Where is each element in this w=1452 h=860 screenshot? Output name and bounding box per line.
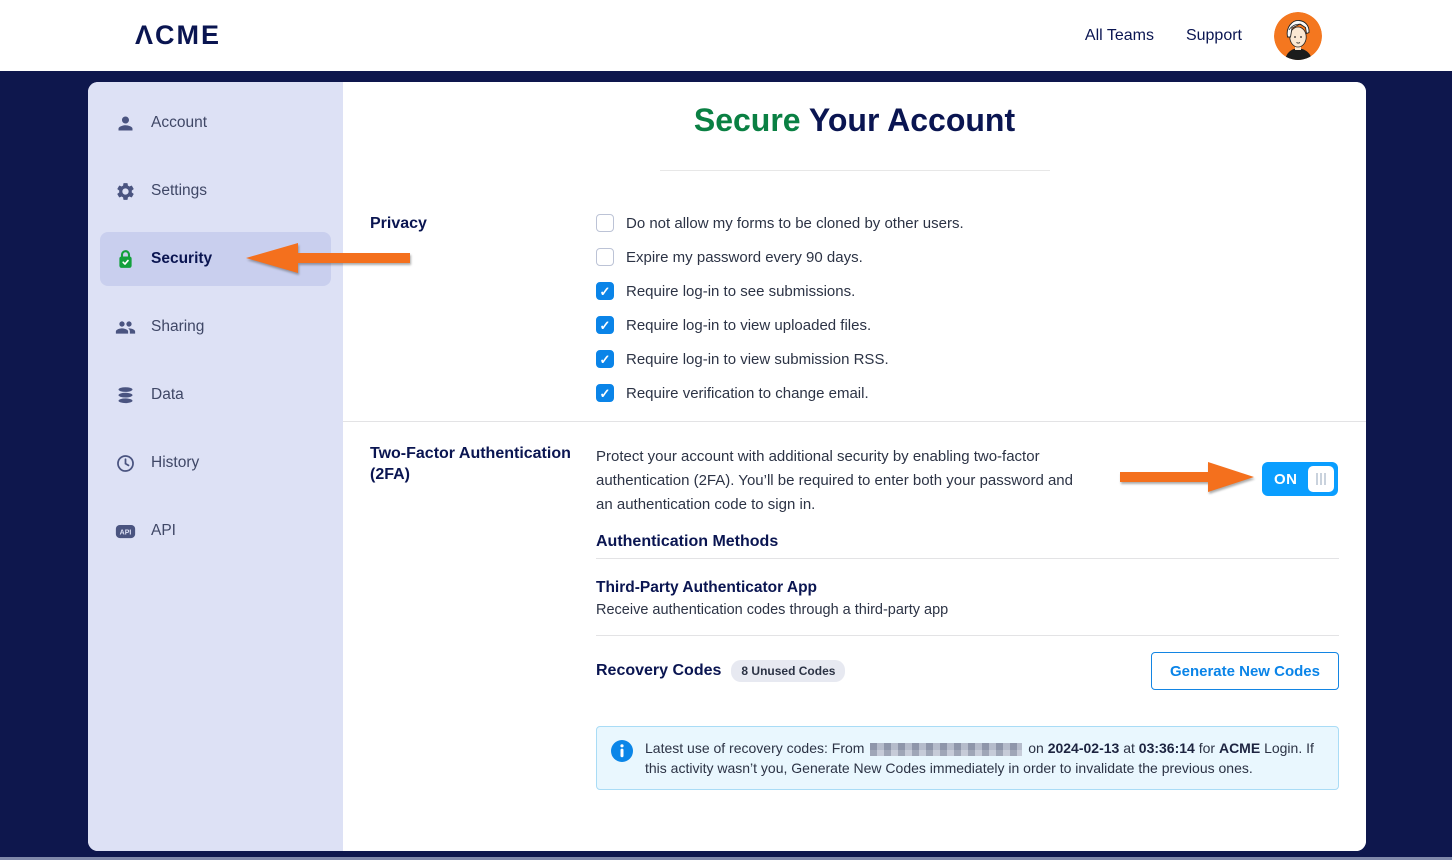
top-nav: All Teams Support (1085, 11, 1322, 60)
page-title: Secure Your Account (343, 102, 1366, 139)
checkbox-label: Require log-in to view uploaded files. (626, 316, 872, 334)
sidebar-item-label: Security (151, 250, 213, 267)
privacy-option-verify-email-change[interactable]: Require verification to change email. (596, 384, 964, 402)
avatar[interactable] (1274, 11, 1322, 60)
recovery-notice: Latest use of recovery codes: From on 20… (596, 726, 1339, 790)
page-title-rest: Your Account (808, 102, 1016, 138)
gear-icon (117, 182, 134, 200)
checkbox-label: Require verification to change email. (626, 384, 869, 402)
sidebar-item-api[interactable]: API API (100, 504, 331, 558)
database-icon (118, 386, 133, 403)
title-divider (659, 170, 1050, 171)
sidebar-item-account[interactable]: Account (100, 96, 331, 150)
privacy-option-clone-forms[interactable]: Do not allow my forms to be cloned by ot… (596, 214, 964, 232)
method-title: Third-Party Authenticator App (596, 579, 818, 596)
nav-all-teams[interactable]: All Teams (1085, 27, 1154, 45)
checkbox[interactable] (596, 350, 614, 368)
sidebar-item-label: Sharing (151, 318, 205, 335)
avatar-illustration (1274, 11, 1322, 60)
divider (596, 635, 1339, 636)
checkbox-label: Do not allow my forms to be cloned by ot… (626, 214, 964, 232)
checkbox[interactable] (596, 316, 614, 334)
sidebar-item-label: Data (151, 386, 184, 403)
checkbox[interactable] (596, 214, 614, 232)
sidebar-item-label: History (151, 454, 200, 471)
redacted-ip (870, 742, 1023, 756)
toggle-on-label: ON (1274, 470, 1298, 488)
sidebar-item-sharing[interactable]: Sharing (100, 300, 331, 354)
annotation-arrow-toggle (1120, 462, 1254, 492)
generate-new-codes-button[interactable]: Generate New Codes (1150, 652, 1339, 690)
page-title-highlight: Secure (693, 102, 801, 138)
lock-icon (119, 249, 132, 268)
checkbox-label: Require log-in to view submission RSS. (626, 350, 889, 368)
sidebar-item-history[interactable]: History (100, 436, 331, 490)
checkbox[interactable] (596, 248, 614, 266)
sidebar-item-label: Settings (151, 182, 208, 199)
privacy-option-expire-password[interactable]: Expire my password every 90 days. (596, 248, 964, 266)
privacy-section-label: Privacy (370, 215, 427, 232)
checkbox[interactable] (596, 282, 614, 300)
twofa-description: Protect your account with additional sec… (596, 448, 1073, 513)
privacy-option-login-submissions[interactable]: Require log-in to see submissions. (596, 282, 964, 300)
clock-icon (117, 454, 134, 472)
nav-support[interactable]: Support (1186, 27, 1242, 45)
checkbox-label: Expire my password every 90 days. (626, 248, 863, 266)
privacy-option-login-uploaded-files[interactable]: Require log-in to view uploaded files. (596, 316, 964, 334)
api-icon: API (115, 524, 136, 538)
checkbox-label: Require log-in to see submissions. (626, 282, 856, 300)
twofa-toggle[interactable]: ON (1262, 462, 1338, 496)
divider (596, 558, 1339, 559)
recovery-codes-label: Recovery Codes (596, 661, 722, 679)
svg-text:API: API (120, 529, 132, 536)
section-divider (343, 421, 1366, 422)
user-icon (118, 116, 133, 130)
annotation-arrow-security (246, 243, 410, 273)
people-icon (115, 320, 136, 334)
sidebar-item-label: API (151, 522, 176, 539)
auth-methods-heading: Authentication Methods (596, 533, 779, 550)
notice-text: Latest use of recovery codes: From on 20… (645, 740, 1314, 776)
checkbox[interactable] (596, 384, 614, 402)
sidebar-item-settings[interactable]: Settings (100, 164, 331, 218)
sidebar-item-label: Account (151, 114, 208, 131)
sidebar-item-data[interactable]: Data (100, 368, 331, 422)
acme-logo: ΛCME (135, 20, 222, 50)
info-icon (611, 740, 633, 762)
recovery-codes-label-group: Recovery Codes 8 Unused Codes (596, 660, 846, 682)
twofa-section-label: Two-Factor Authentication (2FA) (370, 445, 571, 483)
sidebar: Account Settings Security Sharing Data H… (88, 82, 343, 851)
unused-codes-badge: 8 Unused Codes (731, 660, 846, 682)
method-description: Receive authentication codes through a t… (596, 602, 949, 618)
top-bar: ΛCME All Teams Support (0, 0, 1452, 71)
privacy-options: Do not allow my forms to be cloned by ot… (596, 214, 964, 418)
privacy-option-login-rss[interactable]: Require log-in to view submission RSS. (596, 350, 964, 368)
toggle-knob[interactable] (1308, 466, 1334, 492)
recovery-codes-row: Recovery Codes 8 Unused Codes Generate N… (596, 652, 1339, 690)
